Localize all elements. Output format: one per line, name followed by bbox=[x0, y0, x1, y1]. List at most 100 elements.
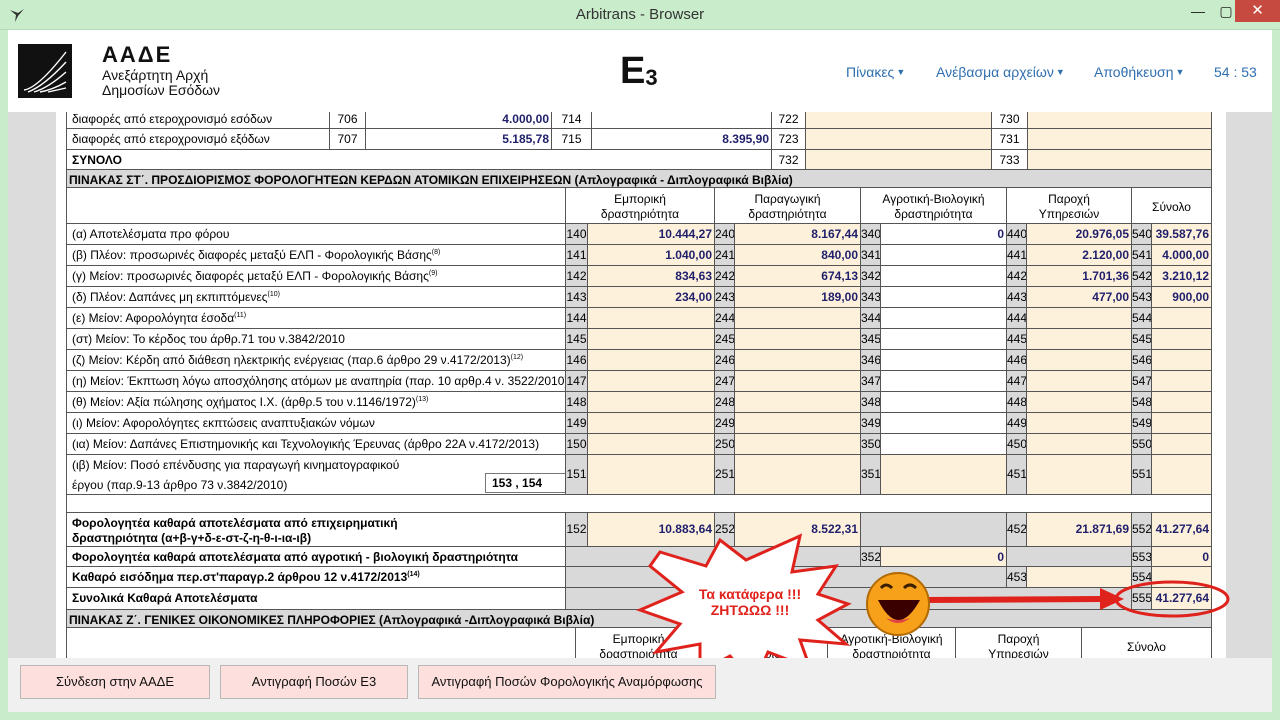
section-title-row: ΠΙΝΑΚΑΣ Ζ΄. ΓΕΝΙΚΕΣ ΟΙΚΟΝΟΜΙΚΕΣ ΠΛΗΡΟΦΟΡ… bbox=[56, 610, 1226, 628]
amount-input[interactable] bbox=[735, 371, 861, 392]
amount-input[interactable]: 840,00 bbox=[735, 245, 861, 266]
row-label-text: (β) Πλέον: προσωρινές διαφορές μεταξύ ΕΛ… bbox=[72, 248, 432, 262]
amount-input[interactable]: 39.587,76 bbox=[1152, 224, 1212, 245]
connect-aade-button[interactable]: Σύνδεση στην ΑΑΔΕ bbox=[20, 665, 210, 699]
amount-input[interactable]: 1.701,36 bbox=[1027, 266, 1132, 287]
amount-input[interactable] bbox=[881, 371, 1007, 392]
amount-input[interactable] bbox=[806, 112, 992, 129]
minimize-icon[interactable]: — bbox=[1184, 0, 1212, 22]
amount-input[interactable] bbox=[1152, 308, 1212, 329]
menu-tables[interactable]: Πίνακες ▼ bbox=[846, 64, 905, 80]
amount-input[interactable] bbox=[1027, 434, 1132, 455]
menu-tables-label: Πίνακες bbox=[846, 64, 895, 80]
amount-input[interactable] bbox=[735, 308, 861, 329]
row-label-text: (δ) Πλέον: Δαπάνες μη εκπιπτόμενες bbox=[72, 290, 268, 304]
amount-input[interactable] bbox=[881, 329, 1007, 350]
amount-input[interactable] bbox=[881, 308, 1007, 329]
field-code: 549 bbox=[1132, 413, 1152, 434]
amount-input[interactable]: 3.210,12 bbox=[1152, 266, 1212, 287]
amount-input[interactable] bbox=[1152, 329, 1212, 350]
amount-input[interactable] bbox=[1027, 392, 1132, 413]
amount-input[interactable] bbox=[735, 413, 861, 434]
table-row: (ια) Μείον: Δαπάνες Επιστημονικής και Τε… bbox=[56, 434, 1226, 455]
amount-input[interactable] bbox=[806, 129, 992, 150]
amount-input[interactable]: 4.000,00 bbox=[1152, 245, 1212, 266]
amount-input[interactable] bbox=[1027, 329, 1132, 350]
amount-input[interactable] bbox=[588, 413, 715, 434]
field-code: 444 bbox=[1007, 308, 1027, 329]
cinema-investment-select[interactable]: 153 , 154 ▽ bbox=[485, 473, 565, 493]
amount-input[interactable] bbox=[1027, 371, 1132, 392]
amount-input[interactable] bbox=[881, 434, 1007, 455]
row-label: (ε) Μείον: Αφορολόγητα έσοδα(11) bbox=[66, 308, 566, 329]
amount-input[interactable] bbox=[1027, 413, 1132, 434]
amount-input[interactable]: 477,00 bbox=[1027, 287, 1132, 308]
amount-input[interactable] bbox=[1028, 150, 1212, 170]
amount-input[interactable] bbox=[1028, 112, 1212, 129]
close-icon[interactable]: ✕ bbox=[1235, 0, 1280, 22]
amount-input[interactable] bbox=[881, 266, 1007, 287]
amount-input[interactable]: 20.976,05 bbox=[1027, 224, 1132, 245]
amount-input[interactable] bbox=[735, 329, 861, 350]
amount-input[interactable]: 0 bbox=[881, 224, 1007, 245]
amount-input[interactable]: 10.444,27 bbox=[588, 224, 715, 245]
amount-input[interactable] bbox=[1152, 392, 1212, 413]
amount-input[interactable] bbox=[592, 112, 772, 129]
amount-input[interactable] bbox=[1152, 455, 1212, 495]
footnote-ref: (8) bbox=[431, 249, 441, 256]
amount-input[interactable] bbox=[881, 392, 1007, 413]
amount-input[interactable]: 2.120,00 bbox=[1027, 245, 1132, 266]
amount-input[interactable] bbox=[1152, 350, 1212, 371]
amount-input[interactable] bbox=[588, 308, 715, 329]
field-code: 140 bbox=[566, 224, 588, 245]
amount-input[interactable] bbox=[588, 350, 715, 371]
row-label-text: (ι) Μείον: Αφορολόγητες εκπτώσεις αναπτυ… bbox=[72, 416, 375, 430]
amount-input[interactable] bbox=[1152, 434, 1212, 455]
field-code: 252 bbox=[715, 513, 735, 547]
menu-upload[interactable]: Ανέβασμα αρχείων ▼ bbox=[936, 64, 1065, 80]
amount-input[interactable] bbox=[588, 329, 715, 350]
amount-input[interactable]: 900,00 bbox=[1152, 287, 1212, 308]
amount-input[interactable] bbox=[881, 455, 1007, 495]
amount-input[interactable]: 834,63 bbox=[588, 266, 715, 287]
amount-input[interactable] bbox=[588, 392, 715, 413]
amount-input[interactable]: 8.395,90 bbox=[592, 129, 772, 150]
amount-input[interactable]: 1.040,00 bbox=[588, 245, 715, 266]
amount-input[interactable] bbox=[588, 371, 715, 392]
amount-input[interactable] bbox=[881, 287, 1007, 308]
amount-input[interactable] bbox=[881, 350, 1007, 371]
amount-input[interactable] bbox=[1152, 413, 1212, 434]
amount-input[interactable] bbox=[1027, 350, 1132, 371]
amount-input[interactable]: 4.000,00 bbox=[366, 112, 552, 129]
column-header-row: Εμπορική δραστηριότητα Παραγωγική δραστη… bbox=[56, 188, 1226, 224]
amount-input[interactable]: 189,00 bbox=[735, 287, 861, 308]
amount-input[interactable] bbox=[806, 150, 992, 170]
amount-input[interactable] bbox=[881, 413, 1007, 434]
amount-input[interactable]: 5.185,78 bbox=[366, 129, 552, 150]
amount-input[interactable] bbox=[735, 392, 861, 413]
table-row: (α) Αποτελέσματα προ φόρου 140 10.444,27 24… bbox=[56, 224, 1226, 245]
row-label-text: (ια) Μείον: Δαπάνες Επιστημονικής και Τε… bbox=[72, 437, 540, 451]
copy-tax-adjustment-button[interactable]: Αντιγραφή Ποσών Φορολογικής Αναμόρφωσης bbox=[418, 665, 716, 699]
amount-input[interactable] bbox=[735, 455, 861, 495]
bottom-toolbar: Σύνδεση στην ΑΑΔΕ Αντιγραφή Ποσών Ε3 Αντ… bbox=[8, 658, 1272, 712]
row-label: (γ) Μείον: προσωρινές διαφορές μεταξύ ΕΛ… bbox=[66, 266, 566, 287]
amount-input[interactable] bbox=[1027, 455, 1132, 495]
amount-input[interactable] bbox=[588, 434, 715, 455]
amount-input[interactable] bbox=[1152, 371, 1212, 392]
amount-input[interactable] bbox=[735, 350, 861, 371]
amount-input[interactable] bbox=[1028, 129, 1212, 150]
amount-input[interactable] bbox=[1027, 308, 1132, 329]
amount-input[interactable]: 8.167,44 bbox=[735, 224, 861, 245]
amount-input[interactable] bbox=[588, 455, 715, 495]
amount-input[interactable]: 674,13 bbox=[735, 266, 861, 287]
field-code: 443 bbox=[1007, 287, 1027, 308]
row-label-text: (γ) Μείον: προσωρινές διαφορές μεταξύ ΕΛ… bbox=[72, 269, 429, 283]
menu-save[interactable]: Αποθήκευση ▼ bbox=[1094, 64, 1184, 80]
amount-input[interactable] bbox=[1027, 567, 1132, 588]
amount-input[interactable] bbox=[735, 434, 861, 455]
amount-input[interactable]: 234,00 bbox=[588, 287, 715, 308]
amount-input[interactable] bbox=[881, 245, 1007, 266]
copy-e3-amounts-button[interactable]: Αντιγραφή Ποσών Ε3 bbox=[220, 665, 408, 699]
form-scroll-area[interactable]: διαφορές από ετεροχρονισμό εσόδων 706 4.… bbox=[8, 112, 1272, 658]
